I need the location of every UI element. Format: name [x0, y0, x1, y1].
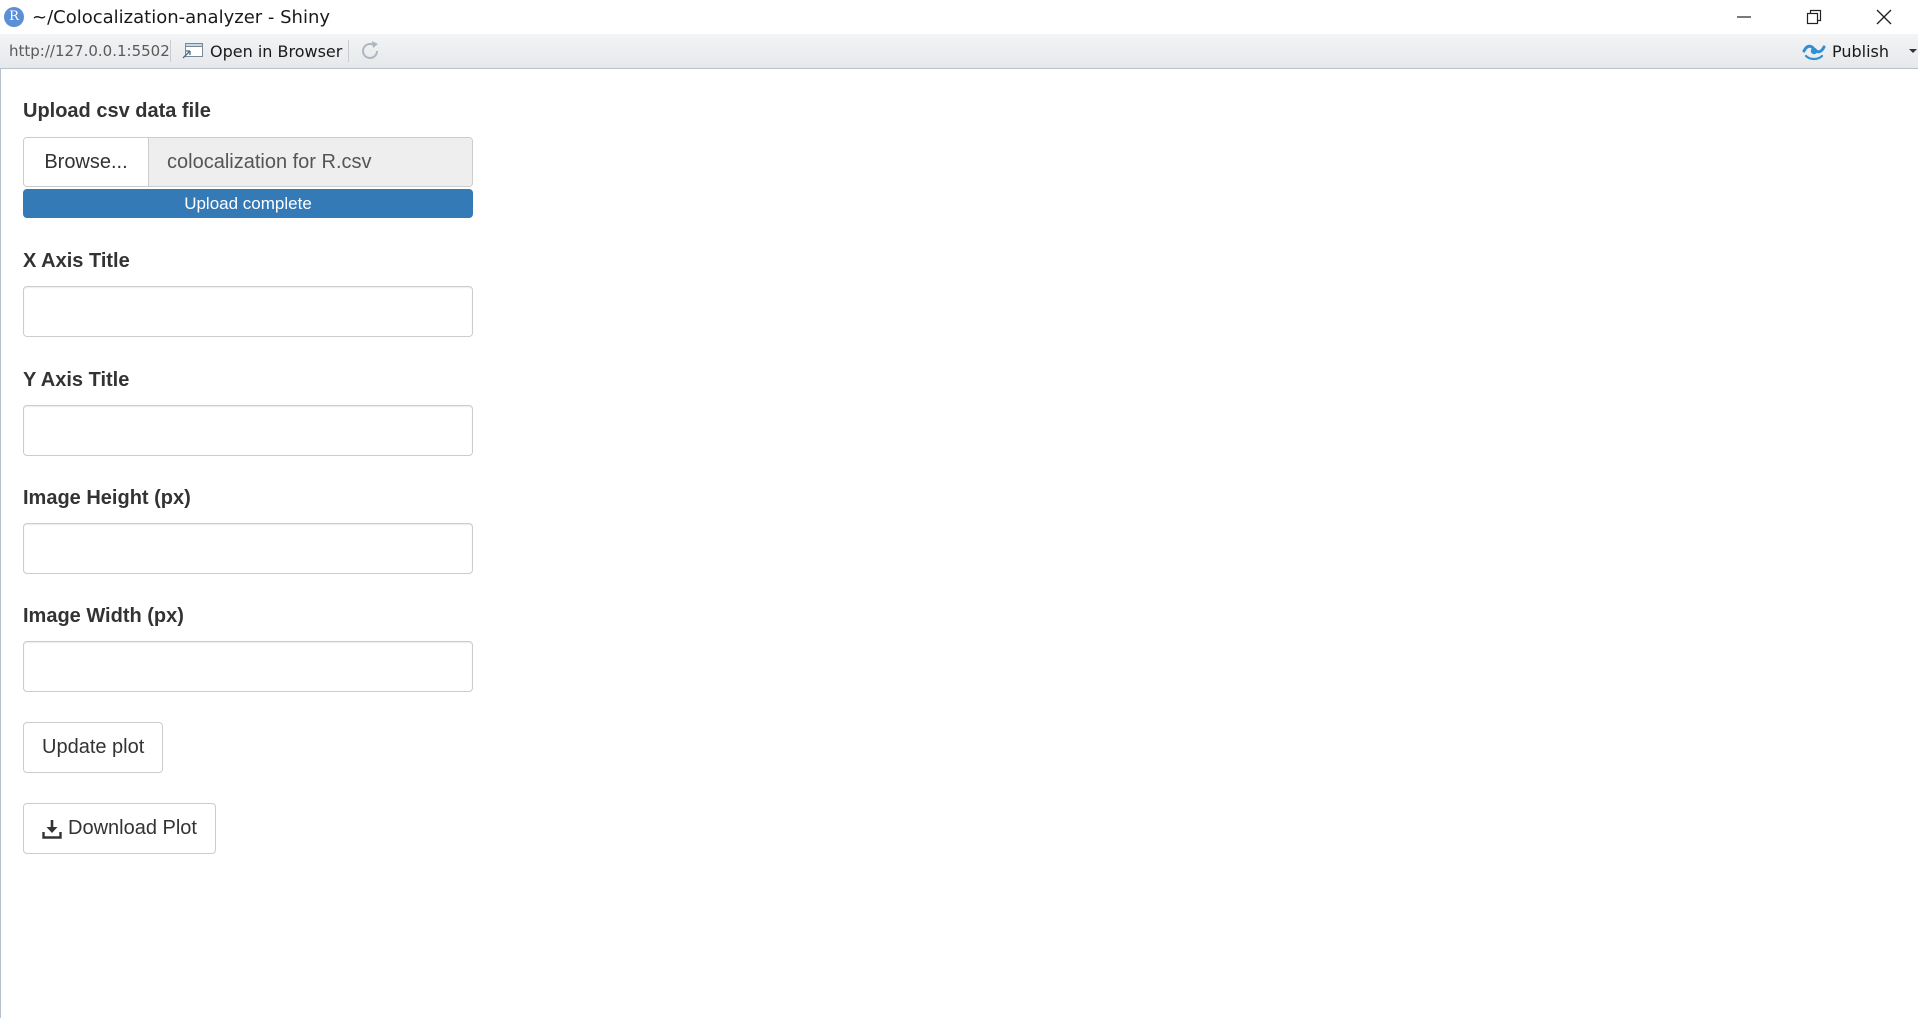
r-app-icon: R — [4, 7, 24, 27]
image-width-label: Image Width (px) — [23, 605, 184, 627]
download-plot-label: Download Plot — [68, 817, 197, 839]
minimize-button[interactable] — [1712, 0, 1776, 34]
image-width-input[interactable] — [23, 641, 473, 692]
x-axis-title-label: X Axis Title — [23, 250, 130, 272]
download-plot-button[interactable]: Download Plot — [23, 803, 216, 854]
toolbar-divider — [170, 40, 171, 62]
upload-label: Upload csv data file — [23, 100, 211, 122]
close-icon — [1876, 9, 1892, 25]
refresh-icon — [362, 41, 378, 59]
restore-icon — [1806, 9, 1822, 25]
browse-button[interactable]: Browse... — [24, 138, 149, 186]
open-browser-icon — [182, 43, 203, 59]
open-in-browser-label: Open in Browser — [210, 41, 343, 61]
x-axis-title-input[interactable] — [23, 286, 473, 337]
viewer-toolbar: http://127.0.0.1:5502 Open in Browser Pu… — [0, 34, 1918, 69]
viewer-frame-border — [0, 69, 1, 1018]
y-axis-title-label: Y Axis Title — [23, 369, 130, 391]
window-title: ~/Colocalization-analyzer - Shiny — [32, 7, 331, 28]
image-height-label: Image Height (px) — [23, 487, 191, 509]
file-name-display[interactable]: colocalization for R.csv — [149, 138, 472, 186]
y-axis-title-input[interactable] — [23, 405, 473, 456]
upload-progress-bar: Upload complete — [23, 189, 473, 218]
url-display[interactable]: http://127.0.0.1:5502 — [9, 42, 170, 60]
minimize-icon — [1737, 16, 1751, 18]
restore-button[interactable] — [1782, 0, 1846, 34]
publish-label: Publish — [1832, 41, 1890, 61]
file-upload-group: Browse... colocalization for R.csv — [23, 137, 473, 187]
toolbar-divider — [348, 40, 349, 62]
refresh-button[interactable] — [358, 39, 382, 63]
image-height-input[interactable] — [23, 523, 473, 574]
chevron-down-icon[interactable] — [1907, 46, 1918, 56]
close-button[interactable] — [1852, 0, 1916, 34]
update-plot-label: Update plot — [42, 736, 145, 758]
download-icon — [42, 819, 62, 839]
window-titlebar: R ~/Colocalization-analyzer - Shiny — [0, 0, 1918, 34]
publish-button[interactable]: Publish — [1802, 38, 1918, 64]
upload-progress-fill: Upload complete — [23, 189, 473, 218]
update-plot-button[interactable]: Update plot — [23, 722, 164, 773]
publish-icon — [1802, 44, 1826, 61]
open-in-browser-button[interactable]: Open in Browser — [182, 38, 342, 64]
